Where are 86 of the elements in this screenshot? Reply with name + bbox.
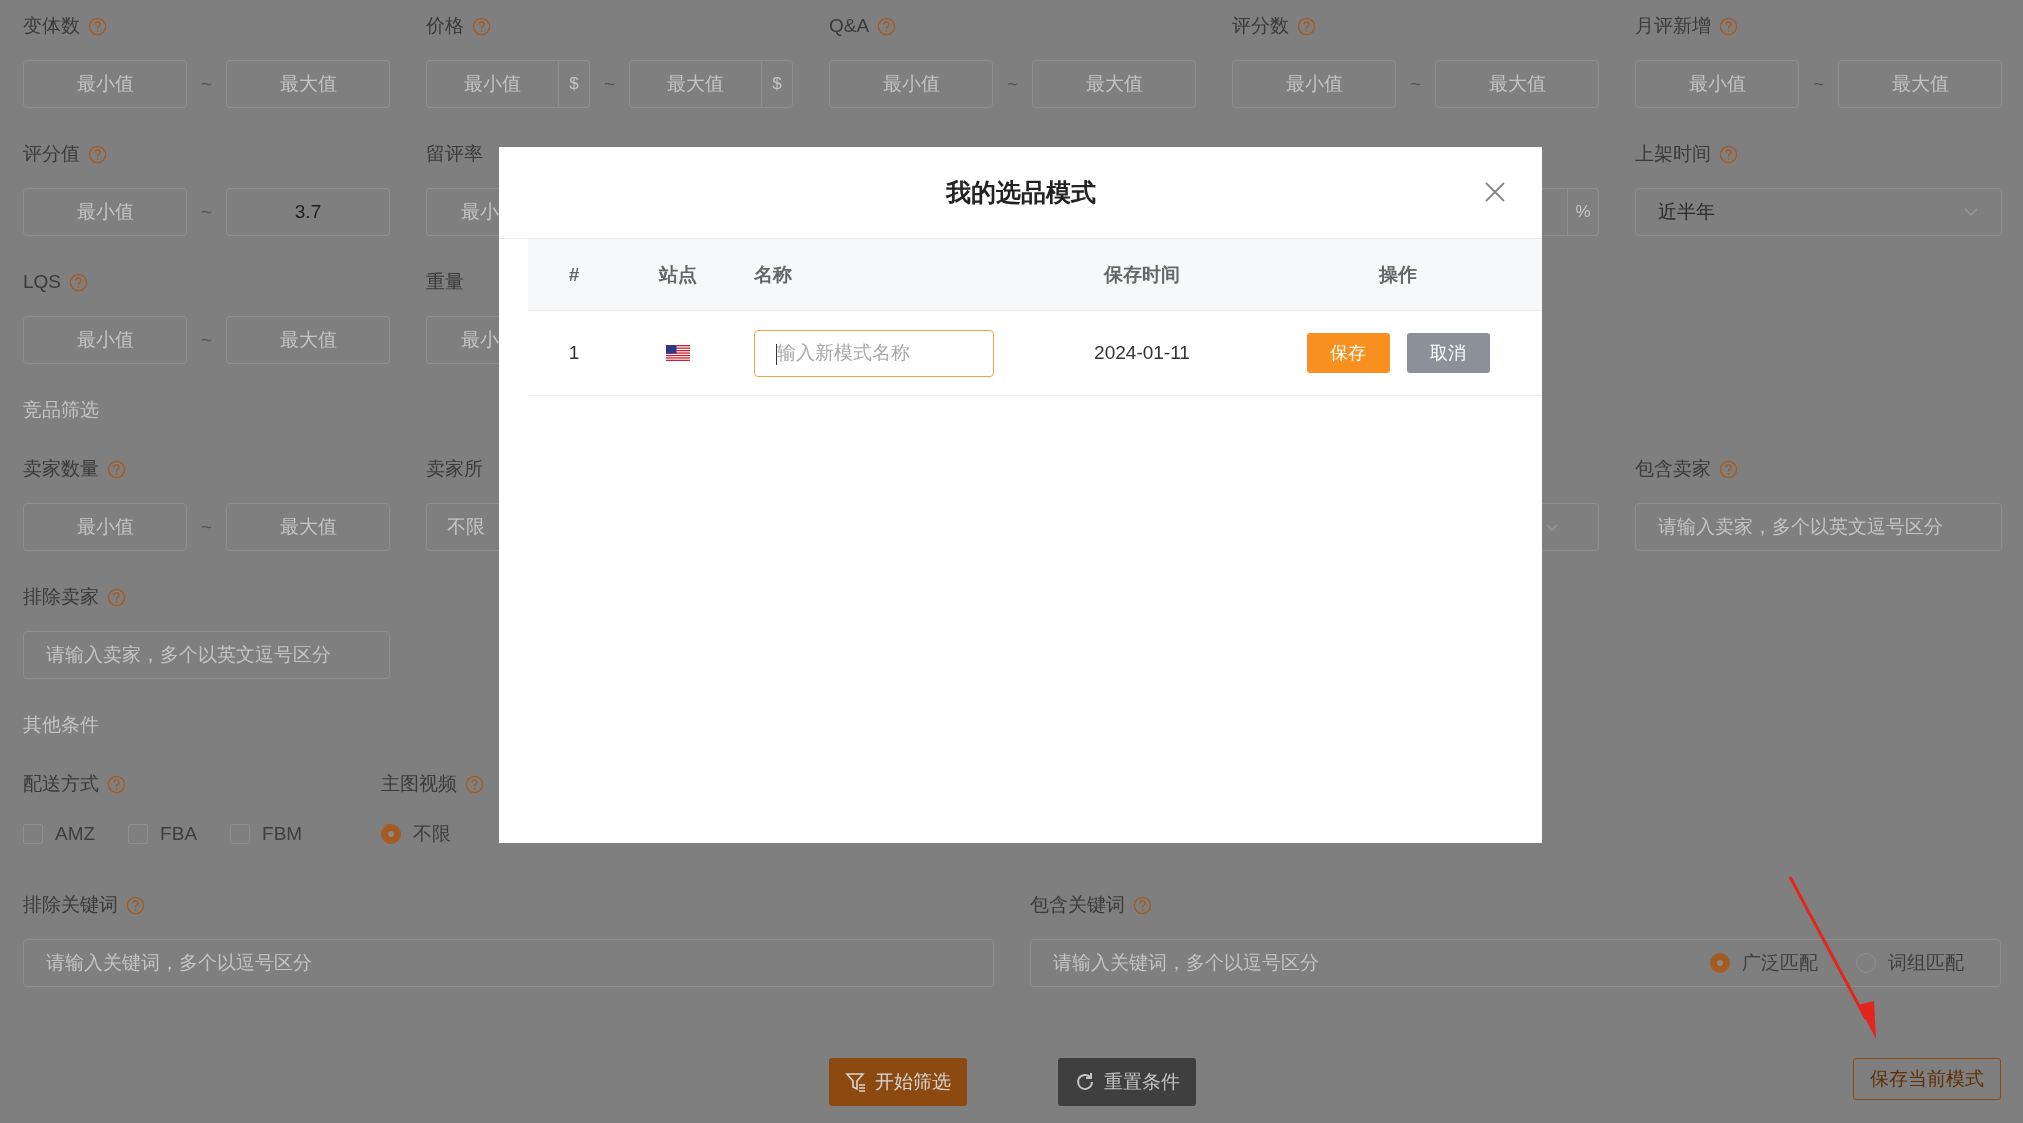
select-field[interactable]: 近半年	[1635, 188, 2002, 236]
field-label: 主图视频	[381, 772, 457, 796]
help-icon	[107, 774, 126, 794]
field-label: 重量	[426, 270, 464, 294]
column-header: 站点	[657, 262, 698, 287]
help-icon	[88, 144, 107, 164]
min-input[interactable]: 最小值	[1232, 60, 1396, 108]
field-label: 配送方式	[23, 772, 99, 796]
field-label: 评分值	[23, 142, 80, 166]
range-separator: ~	[1005, 73, 1020, 95]
max-input[interactable]: 最大值	[226, 503, 390, 551]
max-input[interactable]: 最大值	[1838, 60, 2002, 108]
seller-input[interactable]: 请输入卖家，多个以英文逗号区分	[23, 631, 390, 679]
column-header: 保存时间	[1102, 262, 1181, 287]
max-input[interactable]: 最大值 $	[629, 60, 793, 108]
save-button[interactable]: 保存	[1306, 333, 1390, 373]
range-separator: ~	[199, 329, 214, 351]
field-label: 排除关键词	[23, 893, 118, 917]
max-input[interactable]: 最大值	[1435, 60, 1599, 108]
name-input[interactable]: 输入新模式名称	[754, 329, 994, 377]
range-separator: ~	[199, 516, 214, 538]
min-input[interactable]: 最小值	[23, 503, 187, 551]
table-cell-text: 2024-01-11	[1093, 342, 1191, 364]
field-label: 留评率	[426, 142, 483, 166]
radio-button[interactable]	[381, 824, 401, 844]
help-icon	[877, 16, 897, 36]
checkbox-label: AMZ	[55, 823, 96, 845]
min-input[interactable]: 最小值	[23, 60, 187, 108]
min-input[interactable]: 最小值 $	[426, 60, 590, 108]
field-label: 包含关键词	[1030, 893, 1125, 917]
max-input[interactable]: 最大值	[226, 60, 390, 108]
help-icon	[1133, 895, 1152, 915]
field-label: 卖家数量	[23, 457, 99, 481]
section-title: 其他条件	[23, 713, 99, 737]
min-input[interactable]: 最小值	[829, 60, 993, 108]
field-label: 上架时间	[1635, 142, 1711, 166]
range-separator: ~	[602, 73, 617, 95]
reset-button[interactable]: 重置条件	[1057, 1058, 1196, 1106]
column-header: #	[567, 263, 581, 286]
field-label: 排除卖家	[23, 585, 99, 609]
help-icon	[126, 895, 145, 915]
section-title: 竞品筛选	[23, 398, 99, 422]
save-mode-button[interactable]: 保存当前模式	[1853, 1058, 2001, 1100]
max-input[interactable]: 3.7	[226, 188, 390, 236]
flag-icon	[666, 345, 690, 361]
checkbox-label: FBA	[160, 823, 198, 845]
help-icon	[1297, 16, 1316, 36]
caret-icon	[1963, 207, 1979, 217]
radio-label: 不限	[413, 822, 451, 846]
field-label: LQS	[23, 270, 62, 294]
help-icon	[107, 587, 126, 607]
range-separator: ~	[1408, 73, 1423, 95]
help-icon	[88, 16, 107, 36]
help-icon	[1719, 144, 1738, 164]
range-separator: ~	[199, 201, 214, 223]
help-icon	[107, 459, 126, 479]
max-input[interactable]: 最大值	[226, 316, 390, 364]
max-input[interactable]: 最大值	[1032, 60, 1196, 108]
min-input[interactable]: 最小值	[23, 188, 187, 236]
help-icon	[465, 774, 484, 794]
filter-icon	[844, 1071, 867, 1093]
help-icon	[1719, 16, 1738, 36]
caret-icon	[1545, 522, 1559, 532]
field-label: 卖家所	[426, 457, 483, 481]
column-header: 操作	[1377, 262, 1418, 287]
range-separator: ~	[199, 73, 214, 95]
help-icon	[472, 16, 491, 36]
table-cell-text: 1	[567, 342, 581, 364]
field-label: 月评新增	[1635, 14, 1711, 38]
seller-input[interactable]: 请输入卖家，多个以英文逗号区分	[1635, 503, 2002, 551]
field-label: 评分数	[1232, 14, 1289, 38]
field-label: 价格	[426, 14, 464, 38]
checkbox-label: FBM	[262, 823, 303, 845]
help-icon	[1719, 459, 1738, 479]
cancel-button[interactable]: 取消	[1406, 333, 1490, 373]
help-icon	[69, 272, 89, 292]
close-icon[interactable]	[1483, 180, 1507, 204]
min-input[interactable]: 最小值	[1635, 60, 1799, 108]
field-label: 包含卖家	[1635, 457, 1711, 481]
min-input[interactable]: 最小值	[23, 316, 187, 364]
column-header: 名称	[753, 262, 793, 287]
range-separator: ~	[1811, 73, 1826, 95]
filter-button[interactable]: 开始筛选	[828, 1058, 967, 1106]
field-label: Q&A	[829, 14, 870, 38]
field-label: 变体数	[23, 14, 80, 38]
dialog-title: 我的选品模式	[945, 177, 1096, 208]
